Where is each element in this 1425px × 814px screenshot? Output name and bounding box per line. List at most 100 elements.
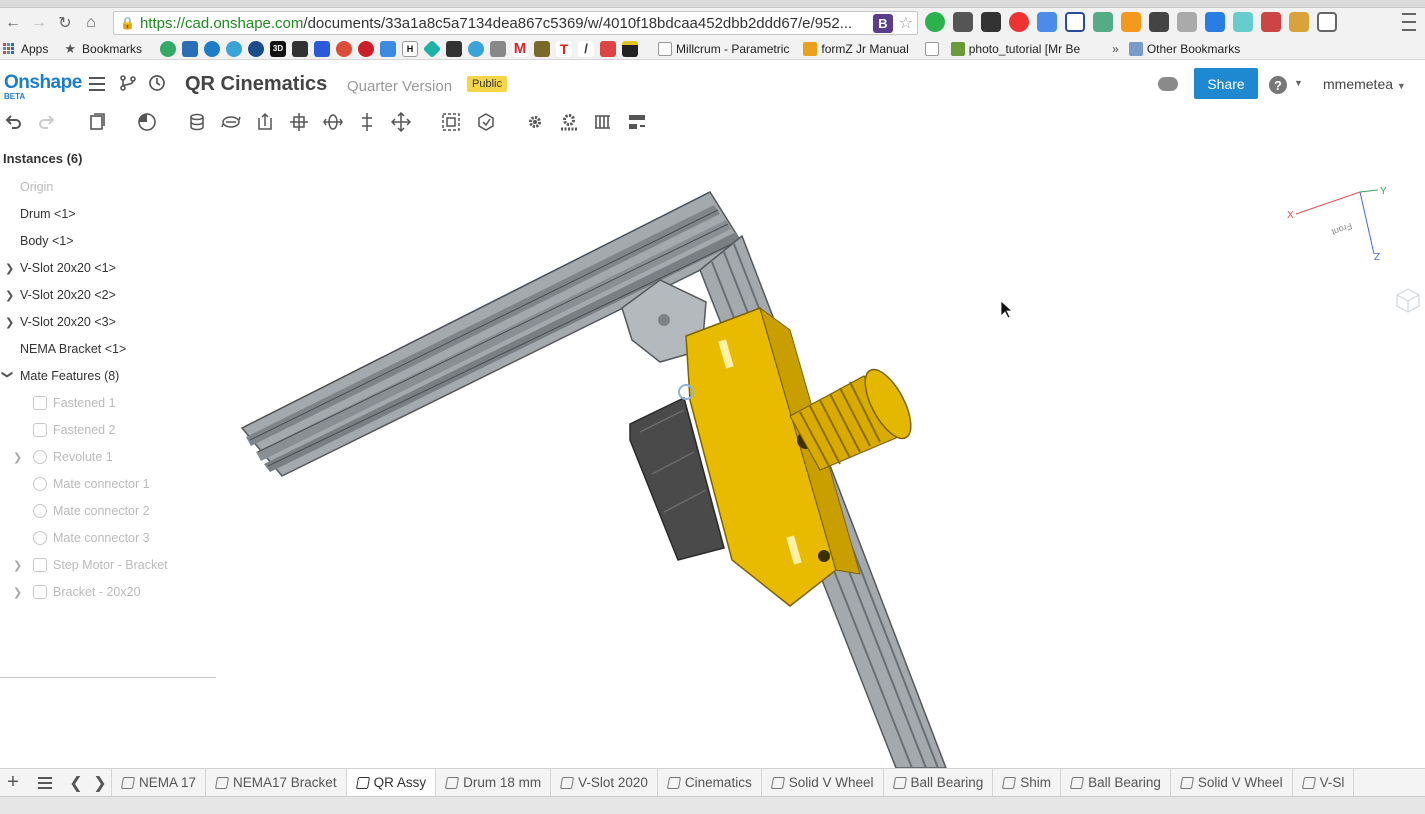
tab-qr-assy[interactable]: QR Assy bbox=[345, 769, 437, 796]
extension-dark-icon[interactable] bbox=[981, 12, 1001, 32]
tree-item-fastened-2[interactable]: Fastened 2 bbox=[33, 423, 116, 437]
cast-icon[interactable] bbox=[1317, 12, 1337, 32]
tree-item-mate-features[interactable]: Mate Features (8) bbox=[20, 369, 119, 383]
bootstrap-extension-icon[interactable]: B bbox=[873, 14, 893, 33]
graphics-viewport[interactable]: X Y Z Front bbox=[216, 140, 1425, 769]
extension-megaphone-icon[interactable] bbox=[1205, 12, 1225, 32]
bookmark-dark-icon[interactable] bbox=[292, 40, 309, 57]
tab-nema17-bracket[interactable]: NEMA17 Bracket bbox=[205, 769, 347, 796]
bookmark-bookmarks[interactable]: ★ Bookmarks bbox=[64, 41, 142, 57]
extension-red-circle-icon[interactable] bbox=[1009, 12, 1029, 32]
tab-ball-bearing-2[interactable]: Ball Bearing bbox=[1060, 769, 1171, 796]
mate-connector-icon[interactable] bbox=[136, 112, 158, 132]
extension-ghost-icon[interactable] bbox=[1233, 12, 1253, 32]
revolute-mate-icon[interactable] bbox=[220, 112, 242, 132]
tab-ball-bearing[interactable]: Ball Bearing bbox=[882, 769, 994, 796]
chevron-down-icon[interactable]: ▼ bbox=[1294, 78, 1303, 88]
document-version[interactable]: Quarter Version bbox=[347, 78, 452, 95]
onshape-logo[interactable]: Onshape bbox=[4, 72, 82, 94]
bookmark-t2-icon[interactable] bbox=[468, 40, 485, 57]
share-button[interactable]: Share bbox=[1194, 68, 1258, 99]
bookmark-photo-icon[interactable] bbox=[534, 40, 551, 57]
tab-scroll-right-icon[interactable]: ❯ bbox=[88, 769, 112, 796]
branch-icon[interactable] bbox=[119, 74, 137, 97]
panel-divider[interactable] bbox=[0, 677, 216, 678]
forward-arrow-icon[interactable]: → bbox=[26, 10, 52, 36]
bookmark-millcrum[interactable]: Millcrum - Parametric bbox=[658, 41, 789, 56]
tab-shim[interactable]: Shim bbox=[992, 769, 1062, 796]
tree-item-vslot-2[interactable]: V-Slot 20x20 <2> bbox=[20, 288, 116, 302]
tab-vslot-2020[interactable]: V-Slot 2020 bbox=[550, 769, 658, 796]
google-plus-icon[interactable] bbox=[336, 40, 353, 57]
home-icon[interactable]: ⌂ bbox=[78, 10, 104, 36]
rss-icon[interactable] bbox=[1121, 12, 1141, 32]
bookmark-red-t-icon[interactable]: T bbox=[556, 40, 573, 57]
extension-basket-icon[interactable] bbox=[1289, 12, 1309, 32]
redo-icon[interactable] bbox=[35, 112, 57, 132]
bookmark-t-icon[interactable] bbox=[226, 40, 243, 57]
assembly-model[interactable] bbox=[216, 140, 1425, 769]
tree-item-fastened-1[interactable]: Fastened 1 bbox=[33, 396, 116, 410]
bookmark-h-icon[interactable]: H bbox=[402, 40, 419, 57]
url-bar[interactable]: 🔒 https://cad.onshape.com/documents/33a1… bbox=[113, 11, 918, 35]
bookmark-green-icon[interactable] bbox=[160, 40, 177, 57]
bookmark-apps[interactable]: Apps bbox=[0, 42, 48, 56]
gmail-icon[interactable]: M bbox=[512, 40, 529, 57]
tree-item-vslot-3[interactable]: V-Slot 20x20 <3> bbox=[20, 315, 116, 329]
tree-item-step-motor-bracket[interactable]: Step Motor - Bracket bbox=[33, 558, 168, 572]
extension-bug-icon[interactable] bbox=[1261, 12, 1281, 32]
tree-item-bracket-20x20[interactable]: Bracket - 20x20 bbox=[33, 585, 141, 599]
tab-drum-18mm[interactable]: Drum 18 mm bbox=[435, 769, 552, 796]
tab-list-icon[interactable] bbox=[26, 769, 64, 796]
tree-item-revolute-1[interactable]: Revolute 1 bbox=[33, 450, 113, 464]
planar-mate-icon[interactable] bbox=[288, 112, 310, 132]
bookmark-gray-icon[interactable] bbox=[490, 40, 507, 57]
onshape-bookmark-icon[interactable] bbox=[204, 40, 221, 57]
bookmark-diamond-icon[interactable] bbox=[422, 39, 442, 58]
add-tab-icon[interactable]: + bbox=[0, 769, 26, 796]
bookmarks-overflow-icon[interactable]: » bbox=[1112, 42, 1119, 56]
comment-icon[interactable] bbox=[1158, 77, 1178, 91]
dropbox-icon[interactable] bbox=[380, 40, 397, 57]
tree-item-mate-connector-3[interactable]: Mate connector 3 bbox=[33, 531, 150, 545]
extension-mascot-icon[interactable] bbox=[1177, 12, 1197, 32]
tree-item-drum[interactable]: Drum <1> bbox=[20, 207, 76, 221]
pocket-icon[interactable] bbox=[1149, 12, 1169, 32]
bookmark-film-icon[interactable] bbox=[446, 40, 463, 57]
tab-solid-v-wheel[interactable]: Solid V Wheel bbox=[760, 769, 884, 796]
tab-vslot-overflow[interactable]: V-Sl bbox=[1291, 769, 1355, 796]
pin-slot-mate-icon[interactable] bbox=[356, 112, 378, 132]
bookmark-red-icon[interactable] bbox=[600, 40, 617, 57]
bookmark-3d-icon[interactable]: 3D bbox=[270, 40, 287, 57]
trello-icon[interactable] bbox=[182, 40, 199, 57]
tree-item-body[interactable]: Body <1> bbox=[20, 234, 74, 248]
extension-green-square-icon[interactable] bbox=[1093, 12, 1113, 32]
chevron-right-icon[interactable]: ❯ bbox=[13, 451, 22, 464]
back-arrow-icon[interactable]: ← bbox=[0, 10, 26, 36]
extension-green-circle-icon[interactable] bbox=[925, 12, 945, 32]
chevron-right-icon[interactable]: ❯ bbox=[13, 559, 22, 572]
linear-relation-icon[interactable] bbox=[626, 112, 648, 132]
bookmark-yellow-icon[interactable] bbox=[622, 40, 639, 57]
tab-solid-v-wheel-2[interactable]: Solid V Wheel bbox=[1169, 769, 1293, 796]
tree-item-origin[interactable]: Origin bbox=[20, 180, 53, 194]
page-icon[interactable] bbox=[924, 41, 939, 56]
help-icon[interactable]: ? bbox=[1269, 76, 1287, 94]
screw-relation-icon[interactable] bbox=[592, 112, 614, 132]
tree-item-vslot-1[interactable]: V-Slot 20x20 <1> bbox=[20, 261, 116, 275]
chevron-down-icon[interactable]: ❯ bbox=[1, 370, 14, 379]
chevron-right-icon[interactable]: ❯ bbox=[5, 316, 14, 329]
tab-cinematics[interactable]: Cinematics bbox=[656, 769, 762, 796]
undo-icon[interactable] bbox=[3, 112, 25, 132]
relation-icon[interactable] bbox=[475, 112, 497, 132]
document-title[interactable]: QR Cinematics bbox=[185, 73, 327, 96]
rack-pinion-icon[interactable] bbox=[558, 112, 580, 132]
tree-item-mate-connector-2[interactable]: Mate connector 2 bbox=[33, 504, 150, 518]
bookmark-other[interactable]: Other Bookmarks bbox=[1128, 41, 1240, 56]
pinterest-icon[interactable] bbox=[358, 40, 375, 57]
tree-item-nema-bracket[interactable]: NEMA Bracket <1> bbox=[20, 342, 126, 356]
extension-evernote-icon[interactable] bbox=[953, 12, 973, 32]
orientation-triad[interactable]: X Y Z Front bbox=[1280, 184, 1390, 274]
chevron-right-icon[interactable]: ❯ bbox=[13, 586, 22, 599]
extension-translate-icon[interactable] bbox=[1037, 12, 1057, 32]
